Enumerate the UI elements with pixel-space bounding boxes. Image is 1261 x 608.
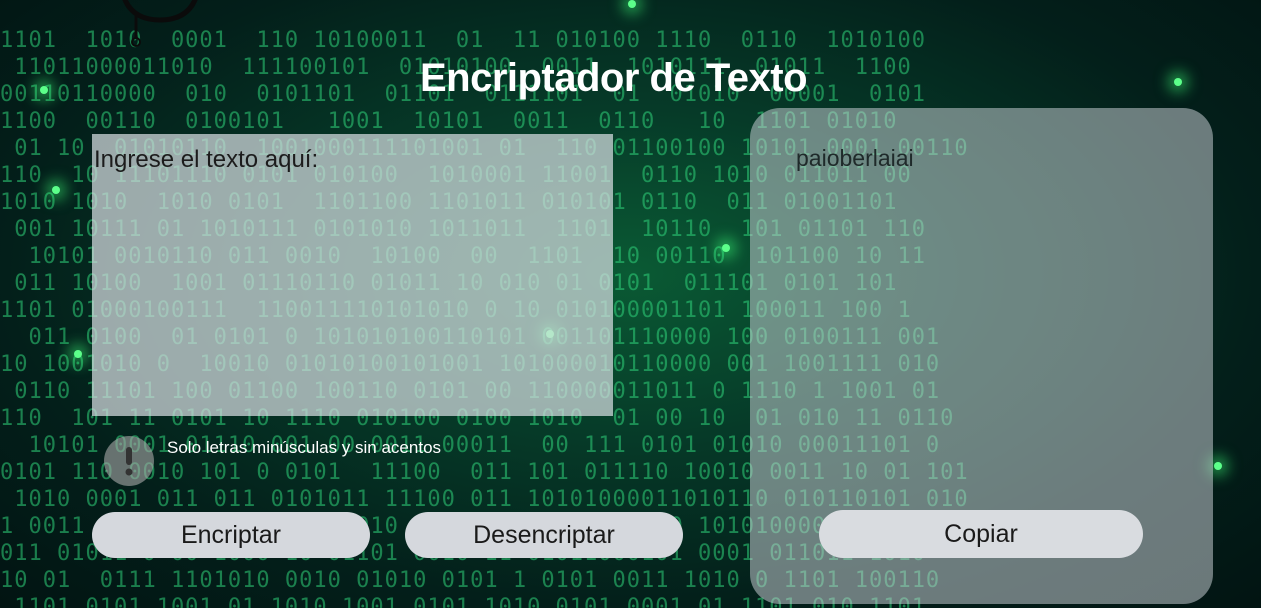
hint-text: Solo letras minúsculas y sin acentos — [167, 438, 442, 457]
text-input[interactable] — [92, 134, 613, 416]
copy-button[interactable]: Copiar — [819, 510, 1143, 558]
output-text: paioberlaiai — [796, 145, 914, 171]
encrypt-button[interactable]: Encriptar — [92, 512, 370, 558]
glow-dot — [628, 0, 636, 8]
exclamation-icon — [104, 436, 154, 486]
glow-dot — [722, 244, 730, 252]
decrypt-button[interactable]: Desencriptar — [405, 512, 683, 558]
glow-dot — [74, 350, 82, 358]
glow-dot — [1214, 462, 1222, 470]
output-panel: paioberlaiai Copiar — [750, 108, 1213, 604]
shield-logo-icon — [122, 0, 198, 47]
page-title: Encriptador de Texto — [419, 56, 808, 100]
glow-dot — [52, 186, 60, 194]
